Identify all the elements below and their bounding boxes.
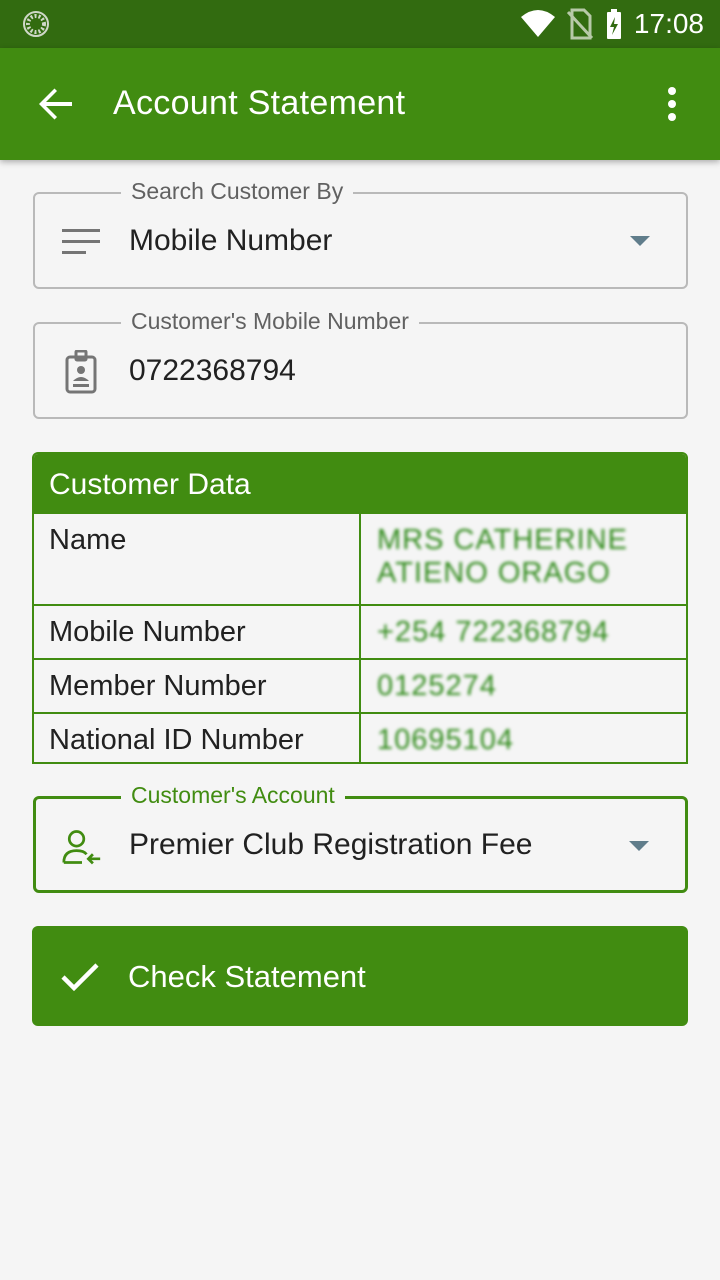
row-key: National ID Number — [34, 712, 361, 762]
app-bar: Account Statement — [0, 48, 720, 160]
customer-data-title: Customer Data — [34, 454, 686, 512]
mobile-number-value: 0722368794 — [129, 354, 296, 387]
row-value: +254 722368794 — [360, 604, 686, 659]
customer-data-table: Name MRS CATHERINE ATIENO ORAGO Mobile N… — [34, 512, 686, 762]
status-time: 17:08 — [633, 8, 704, 39]
mobile-number-label: Customer's Mobile Number — [121, 308, 419, 335]
redacted-member-number: 0125274 — [377, 670, 497, 702]
mobile-number-field[interactable]: Customer's Mobile Number 0722368794 — [33, 308, 688, 419]
check-statement-label: Check Statement — [128, 959, 366, 994]
filter-list-icon — [61, 222, 101, 262]
contact-id-icon — [61, 350, 101, 394]
search-by-label: Search Customer By — [121, 178, 354, 205]
customer-account-value: Premier Club Registration Fee — [129, 828, 533, 861]
dropdown-arrow-icon — [630, 236, 650, 246]
battery-charging-icon — [606, 9, 621, 39]
search-by-value: Mobile Number — [129, 224, 333, 257]
table-row: National ID Number 10695104 — [34, 712, 686, 762]
search-by-dropdown[interactable]: Search Customer By Mobile Number — [33, 178, 688, 289]
customer-account-dropdown[interactable]: Customer's Account Premier Club Registra… — [33, 782, 688, 893]
table-row: Member Number 0125274 — [34, 658, 686, 713]
dropdown-arrow-icon — [629, 841, 649, 851]
back-button[interactable] — [30, 78, 82, 130]
arrow-back-icon — [39, 88, 72, 120]
no-sim-icon — [566, 8, 594, 40]
page-title: Account Statement — [113, 84, 406, 122]
more-vert-icon — [668, 87, 676, 121]
overflow-menu-button[interactable] — [652, 82, 692, 126]
status-bar: 17:08 — [0, 0, 720, 48]
row-value: MRS CATHERINE ATIENO ORAGO — [360, 512, 686, 605]
row-key: Member Number — [34, 658, 361, 713]
row-value: 0125274 — [360, 658, 686, 713]
redacted-mobile: +254 722368794 — [377, 616, 610, 648]
redacted-national-id: 10695104 — [377, 724, 515, 756]
customer-account-label: Customer's Account — [121, 782, 345, 809]
status-right: 17:08 — [520, 6, 704, 42]
check-statement-button[interactable]: Check Statement — [32, 926, 688, 1026]
row-key: Name — [34, 512, 361, 605]
table-row: Name MRS CATHERINE ATIENO ORAGO — [34, 512, 686, 605]
row-key: Mobile Number — [34, 604, 361, 659]
row-value: 10695104 — [360, 712, 686, 762]
customer-data-card: Customer Data Name MRS CATHERINE ATIENO … — [32, 452, 688, 764]
wifi-icon — [520, 10, 555, 37]
check-icon — [61, 963, 99, 992]
table-row: Mobile Number +254 722368794 — [34, 604, 686, 659]
redacted-name: MRS CATHERINE ATIENO ORAGO — [377, 524, 628, 589]
sync-status-icon — [23, 11, 49, 37]
account-switch-icon — [62, 827, 102, 867]
